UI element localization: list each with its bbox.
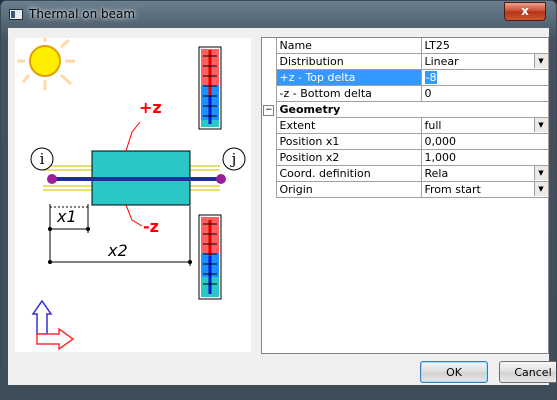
category-geometry[interactable]: − Geometry <box>262 101 549 118</box>
beam-graphic <box>43 150 226 206</box>
property-row-bottom-delta[interactable]: -z - Bottom delta 0 <box>262 85 549 102</box>
extent-select[interactable]: full ▼ <box>421 117 549 134</box>
property-value[interactable]: 1,000 <box>421 149 549 166</box>
window-icon <box>9 9 23 20</box>
property-name: -z - Bottom delta <box>276 85 422 102</box>
property-value[interactable]: 0 <box>421 85 549 102</box>
close-button[interactable]: x <box>504 2 546 21</box>
property-grid[interactable]: Name LT25 Distribution Linear ▼ +z - Top … <box>261 37 549 354</box>
window-title: Thermal on beam <box>29 7 136 21</box>
property-row-coord-definition[interactable]: Coord. definition Rela ▼ <box>262 165 549 182</box>
top-delta-input[interactable]: -8 <box>421 69 549 86</box>
dropdown-arrow-icon[interactable]: ▼ <box>533 182 547 196</box>
property-row-origin[interactable]: Origin From start ▼ <box>262 181 549 198</box>
coord-definition-select[interactable]: Rela ▼ <box>421 165 549 182</box>
cancel-button[interactable]: Cancel <box>499 361 556 383</box>
property-row-name[interactable]: Name LT25 <box>262 38 549 54</box>
property-row-position-x2[interactable]: Position x2 1,000 <box>262 149 549 166</box>
minus-z-pointer <box>125 204 143 227</box>
property-name: Distribution <box>276 53 422 70</box>
dialog-client: i j +z -z x1 x2 Name LT25 Distribution L… <box>8 28 556 385</box>
property-value[interactable]: LT25 <box>421 38 549 54</box>
property-name: Position x2 <box>276 149 422 166</box>
diagram-svg: i j +z -z x1 x2 <box>17 36 246 351</box>
plus-z-label: +z <box>139 98 162 117</box>
node-i-label: i <box>40 150 45 168</box>
collapse-toggle-icon[interactable]: − <box>263 105 275 116</box>
property-name: Name <box>276 38 422 54</box>
dropdown-arrow-icon[interactable]: ▼ <box>533 118 547 132</box>
top-delta-value[interactable]: -8 <box>424 71 438 84</box>
node-i: i <box>30 147 54 171</box>
distribution-select[interactable]: Linear ▼ <box>421 53 549 70</box>
property-row-extent[interactable]: Extent full ▼ <box>262 117 549 134</box>
property-row-top-delta[interactable]: +z - Top delta -8 <box>262 69 549 86</box>
property-row-position-x1[interactable]: Position x1 0,000 <box>262 133 549 150</box>
top-temperature-gauge-icon <box>198 46 222 130</box>
property-name: Position x1 <box>276 133 422 150</box>
sun-icon <box>17 36 75 90</box>
property-name: +z - Top delta <box>276 69 422 86</box>
property-table: Name LT25 Distribution Linear ▼ +z - Top … <box>262 38 549 198</box>
dropdown-arrow-icon[interactable]: ▼ <box>533 166 547 180</box>
dialog-window: Thermal on beam x i j +z -z x1 x2 Name L… <box>0 0 557 400</box>
property-value[interactable]: 0,000 <box>421 133 549 150</box>
bottom-temperature-gauge-icon <box>198 214 222 300</box>
x2-label: x2 <box>107 241 128 260</box>
axes-icon <box>31 299 75 351</box>
ok-button[interactable]: OK <box>420 361 488 383</box>
property-row-distribution[interactable]: Distribution Linear ▼ <box>262 53 549 70</box>
category-label: Geometry <box>276 101 421 118</box>
property-name: Origin <box>276 181 422 198</box>
node-j: j <box>222 147 246 171</box>
property-name: Coord. definition <box>276 165 422 182</box>
property-name: Extent <box>276 117 422 134</box>
minus-z-label: -z <box>143 217 159 236</box>
thermal-diagram: i j +z -z x1 x2 <box>15 36 251 352</box>
dropdown-arrow-icon[interactable]: ▼ <box>533 54 547 68</box>
plus-z-pointer <box>125 121 141 152</box>
x1-label: x1 <box>56 207 77 226</box>
origin-select[interactable]: From start ▼ <box>421 181 549 198</box>
title-bar[interactable]: Thermal on beam x <box>1 1 556 29</box>
